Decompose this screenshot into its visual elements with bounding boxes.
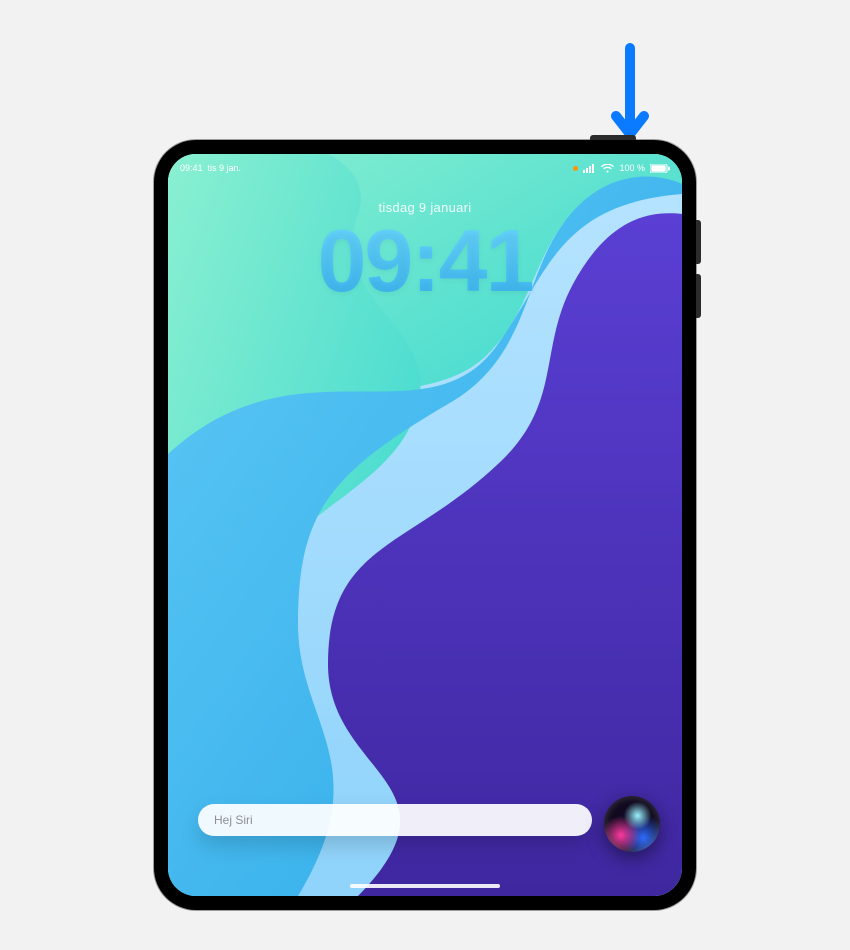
status-battery-text: 100 % [619, 163, 645, 173]
status-time: 09:41 [180, 163, 203, 173]
siri-orb-icon[interactable] [604, 796, 660, 852]
siri-placeholder: Hej Siri [214, 813, 253, 827]
volume-down-button[interactable] [696, 274, 701, 318]
ipad-device-frame: 09:41 tis 9 jan. [154, 140, 696, 910]
volume-up-button[interactable] [696, 220, 701, 264]
siri-input[interactable]: Hej Siri [198, 804, 592, 836]
lock-clock: tisdag 9 januari 09:41 [168, 200, 682, 305]
wifi-icon [601, 164, 614, 173]
status-bar: 09:41 tis 9 jan. [180, 160, 670, 176]
lock-time: 09:41 [168, 217, 682, 305]
home-indicator[interactable] [350, 884, 500, 888]
top-power-button[interactable] [590, 135, 636, 140]
cellular-icon [583, 164, 596, 173]
callout-arrow-icon [610, 40, 650, 140]
mic-indicator-dot-icon [573, 166, 578, 171]
lock-screen: 09:41 tis 9 jan. [168, 154, 682, 896]
battery-icon [650, 164, 670, 173]
status-date: tis 9 jan. [208, 163, 242, 173]
